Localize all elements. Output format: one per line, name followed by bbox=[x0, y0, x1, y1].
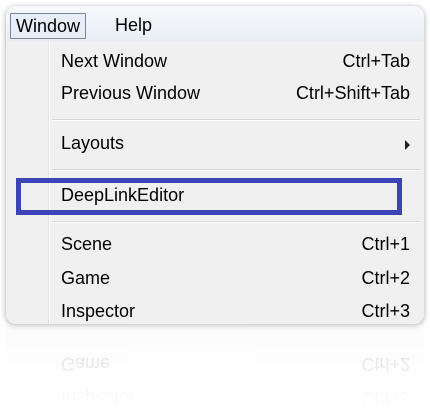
menu-item-shortcut: Ctrl+Tab bbox=[342, 51, 410, 71]
menu-item-label: Previous Window bbox=[61, 83, 201, 103]
reflection-fade bbox=[6, 324, 424, 420]
menu-separator bbox=[52, 221, 420, 223]
menu-item-game[interactable]: Game Ctrl+2 bbox=[6, 262, 424, 294]
menu-item-shortcut: Ctrl+1 bbox=[361, 234, 410, 254]
menu-bar: Window Help bbox=[6, 6, 424, 42]
menu-item-scene[interactable]: Scene Ctrl+1 bbox=[6, 228, 424, 260]
menu-item-inspector[interactable]: Inspector Ctrl+3 bbox=[6, 295, 424, 324]
submenu-arrow-icon bbox=[405, 140, 410, 150]
menu-item-label: Game bbox=[61, 268, 111, 288]
menu-item-label: Next Window bbox=[61, 51, 168, 71]
menu-item-shortcut: Ctrl+3 bbox=[361, 301, 410, 321]
menu-item-layouts[interactable]: Layouts bbox=[6, 127, 424, 159]
menu-separator bbox=[52, 119, 420, 121]
menu-item-previous-window[interactable]: Previous Window Ctrl+Shift+Tab bbox=[6, 77, 424, 109]
menu-item-shortcut: Ctrl+Shift+Tab bbox=[295, 83, 410, 103]
screenshot-frame: Window Help Next Window Ctrl+Tab Previou… bbox=[6, 6, 424, 324]
menu-item-shortcut: Ctrl+2 bbox=[361, 268, 410, 288]
menubar-window[interactable]: Window bbox=[10, 13, 87, 39]
deeplinkeditor-highlight-box bbox=[16, 178, 402, 215]
reflection: Inspector Ctrl+3 Game Ctrl+2 bbox=[6, 324, 424, 420]
menu-separator bbox=[52, 169, 420, 171]
menu-item-label: Layouts bbox=[61, 133, 125, 153]
menu-item-label: Inspector bbox=[61, 301, 136, 321]
menu-item-label: Scene bbox=[61, 234, 113, 254]
menubar-help[interactable]: Help bbox=[110, 13, 157, 37]
menu-item-next-window[interactable]: Next Window Ctrl+Tab bbox=[6, 45, 424, 77]
